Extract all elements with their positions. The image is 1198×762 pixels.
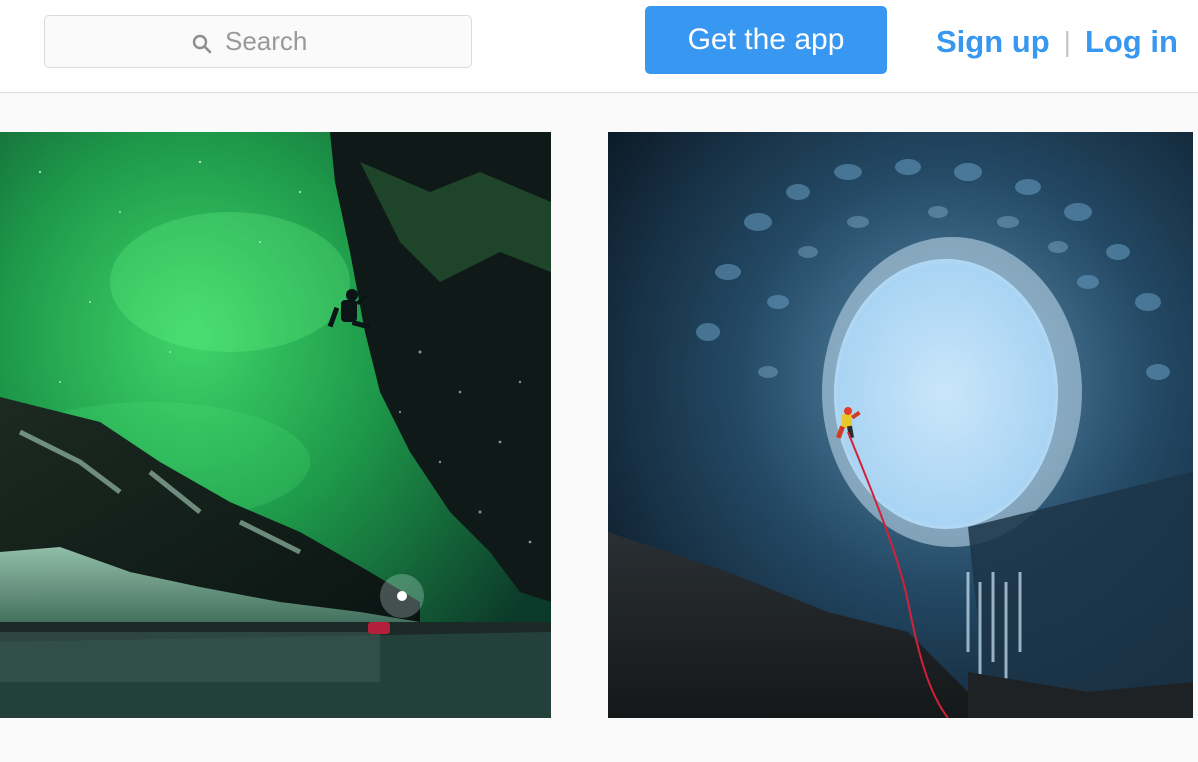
auth-separator: | [1063,26,1071,57]
feed-photo-ice-cave-climber[interactable] [608,132,1193,718]
search-input[interactable] [225,26,325,57]
search-icon [191,31,213,53]
auth-links: Sign up | Log in [936,20,1178,64]
log-in-link[interactable]: Log in [1085,24,1178,60]
search-box[interactable] [44,15,472,68]
aurora-climb-image [0,132,551,718]
ice-cave-image [608,132,1193,718]
get-the-app-button[interactable]: Get the app [645,6,887,74]
feed-photo-aurora-climber[interactable] [0,132,551,718]
sign-up-link[interactable]: Sign up [936,24,1050,60]
top-navigation-bar: Get the app Sign up | Log in [0,0,1198,93]
